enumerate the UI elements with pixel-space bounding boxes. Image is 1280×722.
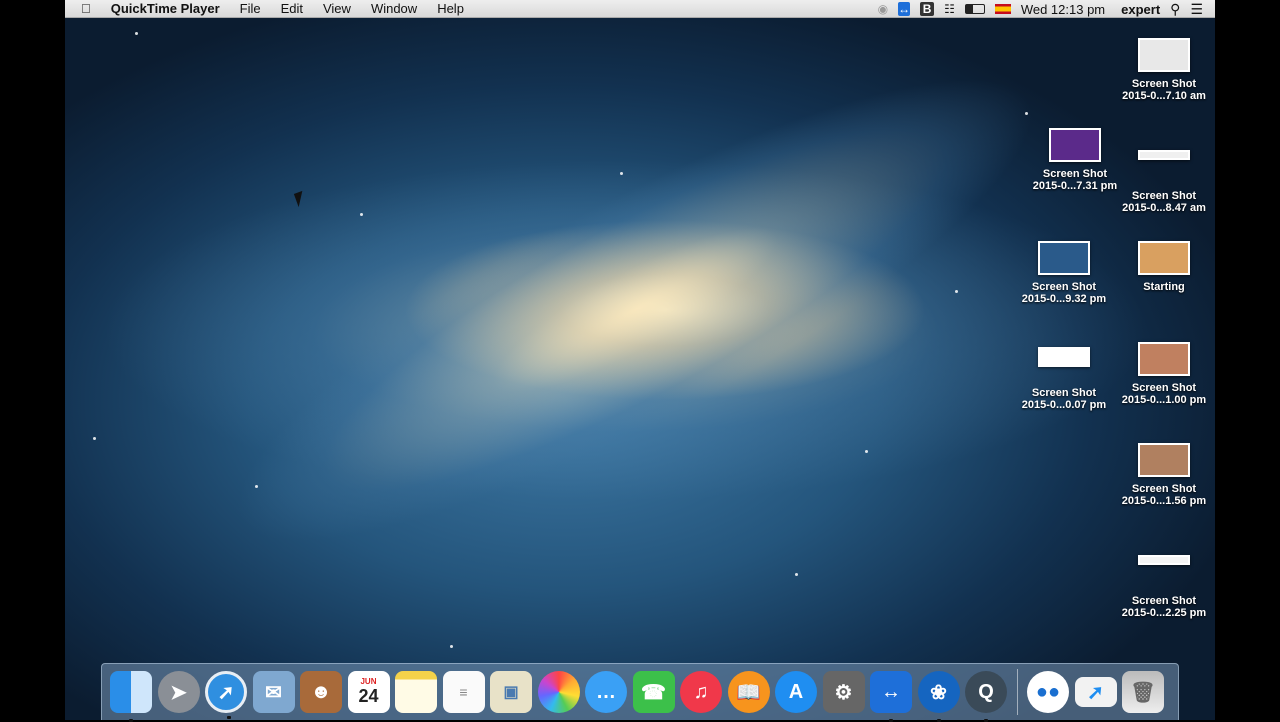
file-name: Screen Shot: [1131, 483, 1197, 495]
file-thumbnail: [1138, 342, 1190, 376]
wallpaper-galaxy: [186, 1, 1084, 619]
calendar-icon[interactable]: JUN 24: [347, 671, 390, 713]
file-thumbnail: [1038, 241, 1090, 275]
quicktime-icon[interactable]: Q: [965, 671, 1007, 722]
file-name: Starting: [1143, 281, 1185, 293]
file-thumbnail: [1138, 443, 1190, 477]
menu-bar:  QuickTime Player File Edit View Window…: [65, 0, 1215, 18]
menu-view[interactable]: View: [313, 1, 361, 16]
file-name-2: 2015-0...1.00 pm: [1121, 394, 1207, 406]
file-name: Screen Shot: [1031, 387, 1097, 399]
file-thumbnail: [1138, 241, 1190, 275]
openoffice-icon[interactable]: ❀: [917, 671, 960, 722]
spotlight-search-icon[interactable]: ⚲: [1170, 2, 1180, 16]
file-thumbnail: [1138, 150, 1190, 160]
file-name-2: 2015-0...7.31 pm: [1032, 180, 1118, 192]
desktop[interactable]: Screen Shot 2015-0...7.10 am Screen Shot 2…: [65, 0, 1215, 720]
teamviewer-icon[interactable]: ↔: [870, 671, 912, 722]
menu-app-name[interactable]: QuickTime Player: [101, 1, 230, 16]
teamviewer-icon[interactable]: ↔: [898, 2, 911, 16]
menu-edit[interactable]: Edit: [271, 1, 313, 16]
desktop-file[interactable]: Screen Shot 2015-0...7.10 am: [1114, 38, 1214, 102]
file-thumbnail: [1138, 38, 1190, 72]
mouse-cursor: [293, 190, 308, 208]
dock-separator: [1016, 669, 1018, 715]
file-name: Screen Shot: [1131, 190, 1197, 202]
dashboard-chat-icon[interactable]: ●●: [1027, 671, 1069, 713]
mail-icon[interactable]: ✉: [252, 671, 295, 713]
wifi-icon[interactable]: ☷: [944, 2, 955, 16]
desktop-file[interactable]: Screen Shot 2015-0...9.32 pm: [1014, 241, 1114, 305]
clock[interactable]: Wed 12:13 pm: [1021, 2, 1105, 17]
finder-icon[interactable]: [110, 671, 152, 722]
file-name: Screen Shot: [1131, 382, 1197, 394]
calendar-day: 24: [358, 686, 379, 706]
safari-download-icon[interactable]: ➚: [1074, 677, 1117, 707]
spanish-flag-icon[interactable]: [994, 4, 1011, 14]
desktop-file[interactable]: Screen Shot 2015-0...8.47 am: [1114, 150, 1214, 214]
file-thumbnail: [1038, 347, 1090, 367]
app-store-icon[interactable]: A: [775, 671, 817, 713]
file-name: Screen Shot: [1031, 281, 1097, 293]
menu-help[interactable]: Help: [427, 1, 474, 16]
battery-icon[interactable]: [964, 4, 985, 14]
file-name-2: 2015-0...8.47 am: [1122, 202, 1206, 214]
b-app-icon[interactable]: B: [920, 2, 935, 16]
contacts-icon[interactable]: ☻: [300, 671, 342, 713]
desktop-file[interactable]: Screen Shot 2015-0...0.07 pm: [1014, 347, 1114, 411]
desktop-file[interactable]: Screen Shot 2015-0...1.00 pm: [1114, 342, 1214, 406]
file-name-2: 2015-0...1.56 pm: [1121, 495, 1207, 507]
photos-icon[interactable]: [537, 671, 580, 713]
notification-center-icon[interactable]: ☰: [1190, 2, 1203, 16]
desktop-file[interactable]: Screen Shot 2015-0...1.56 pm: [1114, 443, 1214, 507]
system-preferences-icon[interactable]: ⚙: [822, 671, 865, 713]
calendar-month: JUN: [360, 677, 377, 686]
preview-icon[interactable]: ▣: [490, 671, 532, 713]
file-name-2: 2015-0...0.07 pm: [1021, 399, 1107, 411]
notes-icon[interactable]: [395, 671, 437, 713]
itunes-icon[interactable]: ♫: [680, 671, 722, 713]
messages-icon[interactable]: …: [585, 671, 627, 713]
desktop-file[interactable]: Screen Shot 2015-0...2.25 pm: [1114, 555, 1214, 619]
ibooks-icon[interactable]: 📖: [727, 671, 770, 713]
apple-icon[interactable]: : [65, 1, 101, 16]
reminders-icon[interactable]: ≡: [442, 671, 485, 713]
file-name: Screen Shot: [1131, 78, 1197, 90]
file-thumbnail: [1138, 555, 1190, 565]
menu-file[interactable]: File: [230, 1, 271, 16]
file-name-2: 2015-0...9.32 pm: [1021, 293, 1107, 305]
desktop-file[interactable]: Screen Shot 2015-0...7.31 pm: [1025, 128, 1125, 192]
desktop-file[interactable]: Starting: [1114, 241, 1214, 293]
dock: ➤ ➚ ✉ ☻ JUN 24 ≡ ▣ … ☎ ♫ 📖 A ⚙ ↔ ❀ Q ●● ➚…: [101, 663, 1179, 722]
file-name-2: 2015-0...2.25 pm: [1121, 607, 1207, 619]
launchpad-icon[interactable]: ➤: [157, 671, 200, 713]
safari-icon[interactable]: ➚: [205, 671, 247, 719]
trash-icon[interactable]: 🗑: [1122, 671, 1164, 713]
record-stop-icon[interactable]: ◉: [878, 2, 888, 16]
user-name[interactable]: expert: [1121, 2, 1160, 17]
menu-window[interactable]: Window: [361, 1, 427, 16]
file-name: Screen Shot: [1042, 168, 1108, 180]
file-name: Screen Shot: [1131, 595, 1197, 607]
facetime-icon[interactable]: ☎: [632, 671, 675, 713]
file-name-2: 2015-0...7.10 am: [1122, 90, 1206, 102]
file-thumbnail: [1049, 128, 1101, 162]
